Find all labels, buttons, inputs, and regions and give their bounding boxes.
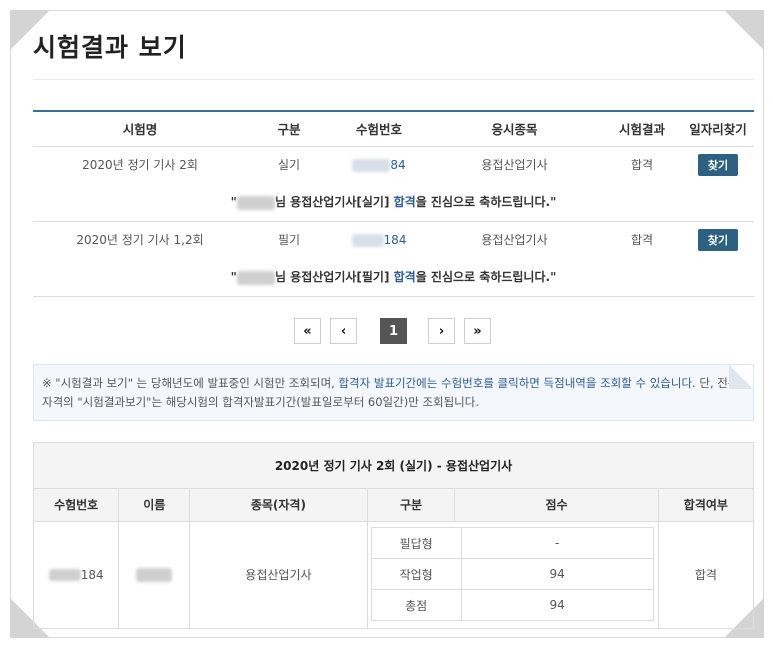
corner-decoration — [724, 10, 764, 50]
exam-subject: 용접산업기사 — [481, 158, 548, 173]
exam-number-suffix[interactable]: 84 — [390, 158, 405, 172]
congrats-pass: 합격 — [393, 270, 416, 285]
next-page-button[interactable]: › — [428, 318, 455, 344]
exam-category: 필기 — [277, 233, 301, 248]
col-type: 구분 — [367, 489, 456, 522]
congrats-row: " 님 용접산업기사[실기] 합격을 진심으로 축하드립니다." — [33, 183, 754, 222]
congrats-message: " 님 용접산업기사[필기] 합격을 진심으로 축하드립니다." — [33, 258, 754, 297]
col-name: 이름 — [118, 489, 191, 522]
first-page-button[interactable]: « — [294, 318, 321, 344]
job-cell: 찾기 — [682, 146, 754, 183]
exam-name: 2020년 정기 기사 2회 — [82, 158, 198, 173]
exam-result: 합격 — [630, 158, 654, 173]
find-job-button[interactable]: 찾기 — [697, 228, 739, 251]
page-title: 시험결과 보기 — [33, 33, 187, 62]
col-qualification: 종목(자격) — [189, 489, 368, 522]
score-row: 필답형 - — [370, 527, 654, 560]
score-type: 총점 — [370, 589, 462, 622]
score-value: - — [460, 527, 654, 560]
notice-box: ※ "시험결과 보기" 는 당해년도에 발표중인 시험만 조회되며, 합격자 발… — [33, 364, 754, 421]
notice-mark: ※ — [42, 376, 52, 390]
detail-pass: 합격 — [694, 568, 717, 583]
col-exam-no: 수험번호 — [34, 489, 120, 522]
exam-number-link[interactable]: 184 — [331, 221, 427, 258]
col-category: 구분 — [247, 110, 331, 147]
detail-name — [118, 521, 191, 628]
col-exam-name: 시험명 — [33, 110, 247, 147]
col-score: 점수 — [454, 489, 659, 522]
col-subject: 응시종목 — [427, 110, 602, 147]
score-row: 작업형 94 — [370, 558, 654, 591]
notice-text: "시험결과 보기" 는 당해년도에 발표중인 시험만 조회되며, — [51, 376, 339, 390]
redacted-name — [236, 195, 275, 210]
redacted-name — [136, 568, 173, 582]
score-breakdown: 필답형 - 작업형 94 총점 94 — [367, 521, 659, 628]
redacted-number — [48, 569, 81, 582]
col-result: 시험결과 — [602, 110, 682, 147]
find-job-button[interactable]: 찾기 — [697, 153, 739, 176]
page-fold-decoration — [729, 365, 753, 389]
results-table: 시험명 구분 수험번호 응시종목 시험결과 일자리찾기 2020년 정기 기사 … — [33, 110, 754, 297]
congrats-end: 을 진심으로 축하드립니다." — [415, 195, 557, 210]
score-type: 작업형 — [370, 558, 462, 591]
col-exam-no: 수험번호 — [331, 110, 427, 147]
score-value: 94 — [460, 589, 654, 622]
congrats-pass: 합격 — [393, 195, 416, 210]
exam-result: 합격 — [630, 233, 654, 248]
congrats-end: 을 진심으로 축하드립니다." — [415, 270, 557, 285]
exam-number-link[interactable]: 84 — [331, 146, 427, 183]
redacted-name — [236, 270, 275, 285]
detail-exam-number-suffix: 184 — [80, 567, 104, 582]
job-cell: 찾기 — [682, 221, 754, 258]
detail-header-row: 수험번호 이름 종목(자격) 구분 점수 합격여부 — [34, 489, 753, 522]
detail-subject: 용접산업기사 — [189, 521, 368, 628]
detail-title: 2020년 정기 기사 2회 (실기) - 용접산업기사 — [34, 443, 753, 489]
exam-name: 2020년 정기 기사 1,2회 — [76, 233, 204, 248]
table-row: 2020년 정기 기사 1,2회 필기 184 용접산업기사 합격 찾기 — [33, 221, 754, 258]
col-job-search: 일자리찾기 — [682, 110, 754, 147]
col-pass: 합격여부 — [658, 489, 753, 522]
exam-subject: 용접산업기사 — [481, 233, 548, 248]
score-row: 총점 94 — [370, 589, 654, 622]
score-type: 필답형 — [370, 527, 462, 560]
congrats-message: " 님 용접산업기사[실기] 합격을 진심으로 축하드립니다." — [33, 183, 754, 222]
exam-category: 실기 — [277, 158, 301, 173]
score-detail-panel: 2020년 정기 기사 2회 (실기) - 용접산업기사 수험번호 이름 종목(… — [33, 442, 754, 629]
exam-number-suffix[interactable]: 184 — [384, 233, 407, 247]
score-detail-table: 수험번호 이름 종목(자격) 구분 점수 합격여부 184 용접산업기사 필답형… — [34, 489, 753, 628]
score-breakdown-table: 필답형 - 작업형 94 총점 94 — [370, 527, 654, 622]
redacted-number — [351, 233, 384, 247]
detail-row: 184 용접산업기사 필답형 - 작업형 94 총점 94 합격 — [34, 521, 753, 628]
notice-highlight: 합격자 발표기간에는 수험번호를 클릭하면 득점내역을 조회할 수 있습니다. — [338, 376, 696, 390]
results-header-row: 시험명 구분 수험번호 응시종목 시험결과 일자리찾기 — [33, 110, 754, 147]
congrats-row: " 님 용접산업기사[필기] 합격을 진심으로 축하드립니다." — [33, 258, 754, 297]
congrats-text: 님 용접산업기사[실기] — [274, 195, 394, 210]
table-row: 2020년 정기 기사 2회 실기 84 용접산업기사 합격 찾기 — [33, 146, 754, 183]
congrats-text: 님 용접산업기사[필기] — [274, 270, 394, 285]
quote-open: " — [230, 195, 237, 210]
quote-open: " — [230, 270, 237, 285]
score-value: 94 — [460, 558, 654, 591]
prev-page-button[interactable]: ‹ — [330, 318, 357, 344]
current-page-button[interactable]: 1 — [380, 318, 407, 344]
redacted-number — [352, 158, 391, 172]
last-page-button[interactable]: » — [464, 318, 491, 344]
detail-exam-number: 184 — [34, 521, 120, 628]
title-divider — [33, 79, 754, 80]
